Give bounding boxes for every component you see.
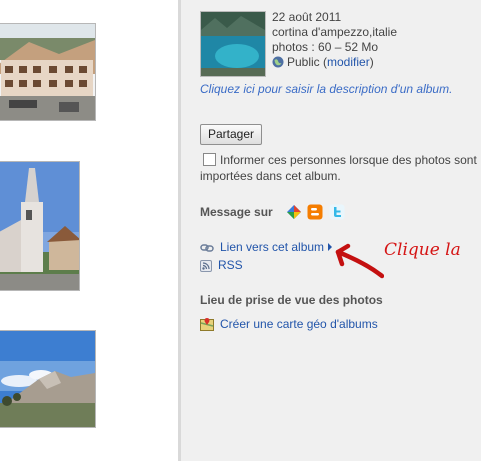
notify-option: Informer ces personnes lorsque des photo…	[200, 152, 478, 184]
notify-checkbox[interactable]	[203, 153, 216, 166]
rss-link[interactable]: RSS	[218, 258, 243, 272]
album-visibility: Public (modifier)	[272, 55, 397, 70]
share-button[interactable]: Partager	[200, 124, 263, 145]
chain-link-icon	[200, 244, 214, 252]
buzz-icon[interactable]	[286, 204, 302, 220]
globe-icon	[272, 56, 284, 68]
photo-thumbnail-hotel[interactable]	[0, 23, 96, 121]
album-link[interactable]: Lien vers cet album	[220, 240, 324, 254]
photo-location-title: Lieu de prise de vue des photos	[200, 293, 383, 307]
album-date: 22 août 2011	[272, 10, 342, 24]
album-info: 22 août 2011 cortina d'ampezzo,italie ph…	[272, 10, 397, 70]
album-photo-count: photos : 60 – 52 Mo	[272, 40, 379, 54]
notify-label: Informer ces personnes lorsque des photo…	[200, 153, 477, 183]
map-pin-icon	[200, 318, 214, 331]
visibility-close: )	[369, 55, 374, 69]
geo-map-row: Créer une carte géo d'albums	[200, 317, 378, 331]
album-cover-thumbnail[interactable]	[200, 11, 266, 77]
photo-thumbnail-church[interactable]	[0, 161, 80, 291]
annotation-text: Clique la	[384, 240, 461, 260]
rss-row: RSS	[200, 258, 243, 272]
blogger-icon[interactable]	[307, 204, 323, 220]
twitter-icon[interactable]	[329, 204, 345, 220]
visibility-label: Public (	[287, 55, 328, 69]
album-link-row: Lien vers cet album	[200, 240, 333, 254]
create-geo-map-link[interactable]: Créer une carte géo d'albums	[220, 317, 378, 331]
message-on-title: Message sur	[200, 205, 273, 219]
modify-visibility-link[interactable]: modifier	[327, 55, 370, 69]
photo-thumbnail-mountains[interactable]	[0, 330, 96, 428]
rss-icon	[200, 260, 212, 272]
photo-grid	[0, 0, 178, 461]
album-description-prompt[interactable]: Cliquez ici pour saisir la description d…	[200, 82, 452, 96]
album-location: cortina d'ampezzo,italie	[272, 25, 398, 39]
annotation-arrow	[335, 243, 384, 279]
